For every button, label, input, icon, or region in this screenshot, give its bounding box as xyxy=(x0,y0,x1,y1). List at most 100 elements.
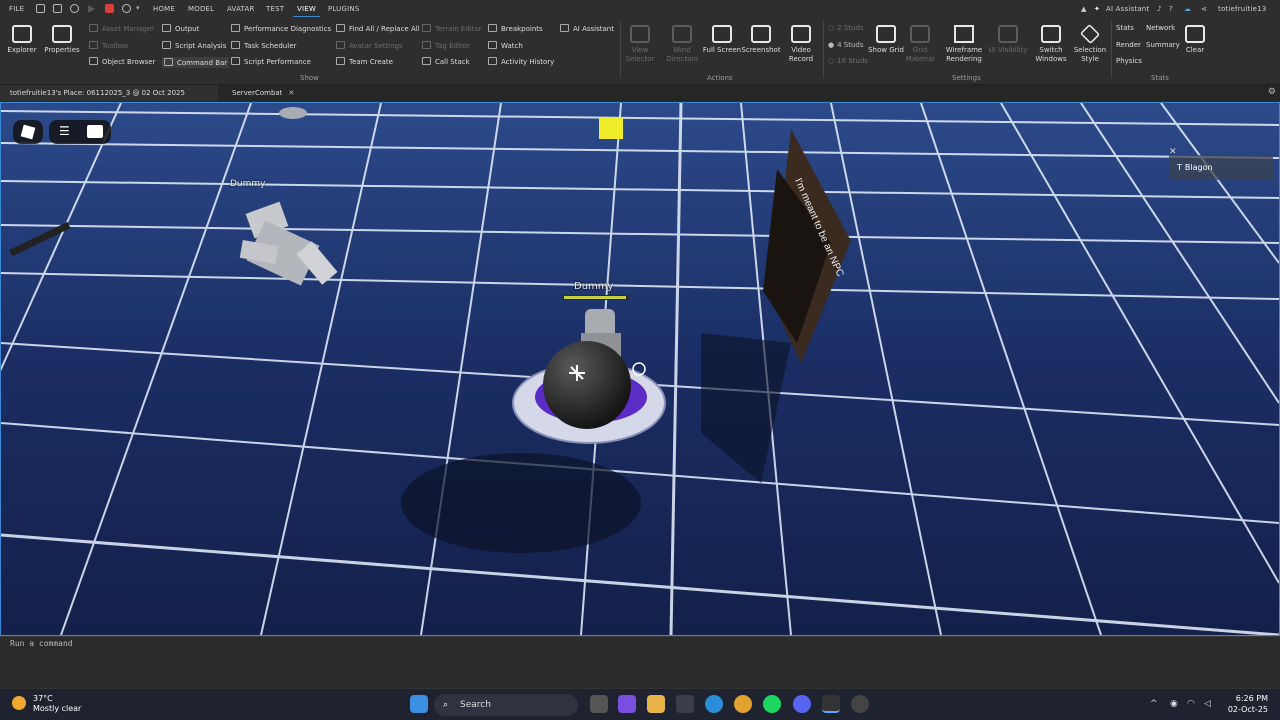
task-scheduler-button[interactable]: Task Scheduler xyxy=(231,41,296,50)
grid-16-studs-option[interactable]: ○ 16 Studs xyxy=(828,57,868,65)
grid-4-studs-option[interactable]: ● 4 Studs xyxy=(828,41,864,49)
new-file-icon[interactable] xyxy=(36,4,45,13)
cloud-icon[interactable]: ☁ xyxy=(1184,5,1191,13)
hamburger-menu-icon[interactable]: ☰ xyxy=(59,124,70,138)
game-viewport[interactable]: I'm meant to be an NPC ☰ Dummy Dummy ✕ T… xyxy=(0,102,1280,636)
tab-model[interactable]: MODEL xyxy=(188,5,214,13)
chevron-up-icon[interactable]: ^ xyxy=(1150,699,1158,709)
network-button[interactable]: Network xyxy=(1146,24,1175,32)
watch-button[interactable]: Watch xyxy=(488,41,523,50)
render-button[interactable]: Render xyxy=(1116,41,1141,49)
toolbox-button[interactable]: Toolbox xyxy=(89,41,128,50)
roblox-player-icon[interactable] xyxy=(851,695,869,713)
spotify-icon[interactable] xyxy=(763,695,781,713)
task-view-icon[interactable] xyxy=(590,695,608,713)
ai-assistant-label: AI Assistant xyxy=(573,25,614,33)
ai-assistant-button[interactable]: AI Assistant xyxy=(560,24,614,33)
tab-avatar[interactable]: AVATAR xyxy=(227,5,255,13)
avatar-settings-button[interactable]: Avatar Settings xyxy=(336,41,403,50)
tab-home[interactable]: HOME xyxy=(153,5,175,13)
stats-button[interactable]: Stats xyxy=(1116,24,1134,32)
close-icon[interactable]: ✕ xyxy=(288,89,294,97)
ui-visibility-button[interactable]: UI Visibility xyxy=(988,23,1028,55)
script-performance-icon xyxy=(231,57,240,65)
edge-icon[interactable] xyxy=(705,695,723,713)
store-icon[interactable] xyxy=(676,695,694,713)
tab-view[interactable]: VIEW xyxy=(293,5,320,18)
tag-editor-button[interactable]: Tag Editor xyxy=(422,41,470,50)
weather-widget[interactable]: 37°C Mostly clear xyxy=(33,694,81,714)
tab-servercombat[interactable]: ServerCombat ✕ xyxy=(222,85,310,101)
grid-material-button[interactable]: Grid Material xyxy=(900,23,940,64)
grid-2-studs-option[interactable]: ○ 2 Studs xyxy=(828,24,864,32)
video-record-button[interactable]: Video Record xyxy=(781,23,821,64)
object-browser-button[interactable]: Object Browser xyxy=(89,57,155,66)
properties-button[interactable]: Properties xyxy=(42,23,82,55)
undo-history-icon[interactable] xyxy=(70,4,79,13)
clear-button[interactable]: Clear xyxy=(1175,23,1215,55)
ai-assistant-link[interactable]: AI Assistant xyxy=(1106,5,1149,13)
output-button[interactable]: Output xyxy=(162,24,199,33)
taskbar-search[interactable]: ⌕ Search xyxy=(434,694,578,716)
dummy-label: Dummy xyxy=(574,281,614,292)
save-icon[interactable] xyxy=(53,4,62,13)
performance-diagnostics-button[interactable]: Performance Diagnostics xyxy=(231,24,331,33)
wifi-icon[interactable]: ◠ xyxy=(1187,699,1195,709)
wireframe-button[interactable]: Wireframe Rendering xyxy=(944,23,984,64)
notifications-icon[interactable]: ♪ xyxy=(1157,5,1162,13)
clock[interactable]: 6:26 PM 02-Oct-25 xyxy=(1228,693,1268,715)
call-stack-icon xyxy=(422,57,431,65)
menu-file[interactable]: FILE xyxy=(9,5,24,13)
copilot-icon[interactable] xyxy=(618,695,636,713)
chat-icon[interactable] xyxy=(87,125,103,138)
yellow-part[interactable] xyxy=(599,117,623,139)
wind-icon xyxy=(672,25,692,43)
ui-visibility-label: UI Visibility xyxy=(988,46,1028,54)
activity-history-button[interactable]: Activity History xyxy=(488,57,554,66)
studs-4-label: 4 Studs xyxy=(837,41,864,49)
view-selector-button[interactable]: View Selector xyxy=(620,23,660,64)
screenshot-button[interactable]: Screenshot xyxy=(741,23,781,55)
discord-icon[interactable] xyxy=(793,695,811,713)
asset-manager-button[interactable]: Asset Manager xyxy=(89,24,154,33)
chevron-up-icon[interactable]: ▲ xyxy=(1081,5,1087,13)
script-analysis-button[interactable]: Script Analysis xyxy=(162,41,226,50)
share-icon[interactable]: ⋖ xyxy=(1201,5,1207,13)
terrain-editor-button[interactable]: Terrain Editor xyxy=(422,24,482,33)
roblox-menu-button[interactable] xyxy=(13,120,43,144)
chrome-icon[interactable] xyxy=(734,695,752,713)
settings-gear-icon[interactable]: ⚙ xyxy=(1268,87,1276,97)
username[interactable]: totiefruitie13 xyxy=(1218,5,1266,13)
stop-icon[interactable] xyxy=(105,4,114,13)
tab-place[interactable]: totiefruitie13's Place: 06112025_3 @ 02 … xyxy=(0,85,218,113)
black-ball[interactable] xyxy=(543,341,631,429)
explorer-button[interactable]: Explorer xyxy=(2,23,42,55)
find-all-button[interactable]: Find All / Replace All xyxy=(336,24,420,33)
output-label: Output xyxy=(175,25,200,33)
undo-icon[interactable] xyxy=(122,4,131,13)
physics-button[interactable]: Physics xyxy=(1116,57,1142,65)
notification-toast: T Blagon xyxy=(1169,155,1273,180)
tab-test[interactable]: TEST xyxy=(266,5,284,13)
switch-windows-button[interactable]: Switch Windows xyxy=(1031,23,1071,64)
wind-direction-button[interactable]: Wind Direction xyxy=(662,23,702,64)
windows-start-icon[interactable] xyxy=(410,695,428,713)
roblox-studio-icon[interactable] xyxy=(822,695,840,713)
command-bar-button[interactable]: Command Bar xyxy=(162,57,230,68)
call-stack-button[interactable]: Call Stack xyxy=(422,57,470,66)
tab-plugins[interactable]: PLUGINS xyxy=(328,5,359,13)
explorer-icon xyxy=(12,25,32,43)
file-explorer-icon[interactable] xyxy=(647,695,665,713)
chevron-down-icon[interactable]: ▾ xyxy=(136,4,145,13)
play-icon[interactable] xyxy=(88,5,95,13)
microphone-icon[interactable]: ◉ xyxy=(1170,699,1178,709)
breakpoints-button[interactable]: Breakpoints xyxy=(488,24,543,33)
selection-style-label: Selection Style xyxy=(1073,46,1107,63)
selection-style-button[interactable]: Selection Style xyxy=(1070,23,1110,64)
volume-icon[interactable]: ◁ xyxy=(1204,699,1211,709)
script-performance-button[interactable]: Script Performance xyxy=(231,57,311,66)
full-screen-button[interactable]: Full Screen xyxy=(702,23,742,55)
help-icon[interactable]: ? xyxy=(1169,5,1173,13)
command-bar-input[interactable]: Run a command xyxy=(0,636,1280,650)
team-create-button[interactable]: Team Create xyxy=(336,57,393,66)
